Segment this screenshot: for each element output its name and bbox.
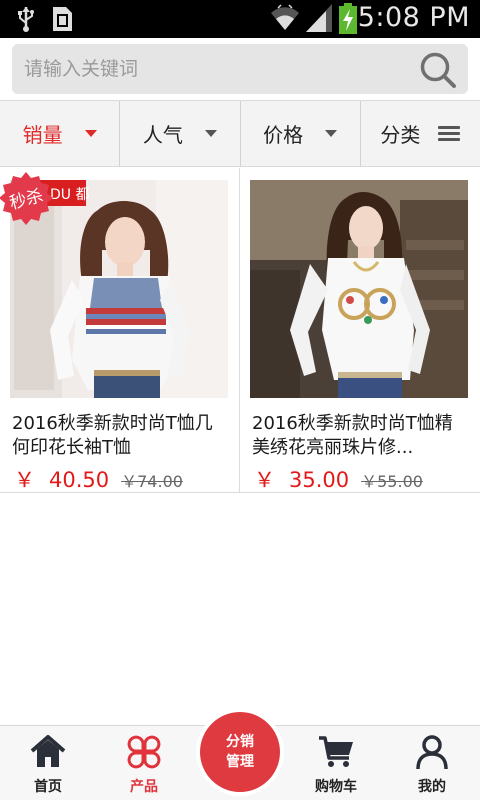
nav-label: 产品 xyxy=(130,779,158,795)
center-button-face: 分销 管理 xyxy=(200,712,280,792)
usb-icon xyxy=(18,7,34,32)
filter-label: 分类 xyxy=(380,123,421,147)
search-input[interactable] xyxy=(24,44,414,94)
status-time: 5:08 PM xyxy=(357,2,470,33)
nav-products[interactable]: 产品 xyxy=(96,726,192,801)
filter-label: 销量 xyxy=(22,123,63,147)
center-label-line2: 管理 xyxy=(226,754,254,770)
wifi-icon xyxy=(271,4,299,31)
filter-label: 价格 xyxy=(263,123,304,147)
price-row: ￥ 40.50 ￥74.00 xyxy=(14,464,183,494)
cart-icon xyxy=(319,736,353,767)
search-bar xyxy=(0,38,480,100)
nav-home[interactable]: 首页 xyxy=(0,726,96,801)
sim-icon xyxy=(53,7,72,31)
filter-tab-category[interactable]: 分类 xyxy=(361,101,480,166)
original-price: ￥74.00 xyxy=(121,472,183,491)
nav-cart[interactable]: 购物车 xyxy=(288,726,384,801)
product-price: ￥ 35.00 xyxy=(254,464,349,494)
currency-symbol: ￥ xyxy=(254,468,275,492)
home-icon xyxy=(30,735,66,767)
filter-tab-sales[interactable]: 销量 xyxy=(0,101,121,166)
product-card[interactable]: 秒杀 DU 都 2016秋季新款时尚T恤几何印花长袖T恤 ￥ 40.50 ￥74… xyxy=(0,168,240,493)
center-label-line1: 分销 xyxy=(226,734,254,750)
products-icon xyxy=(127,735,161,769)
signal-icon xyxy=(306,4,332,32)
filter-label: 人气 xyxy=(142,123,183,147)
flash-sale-badge: 秒杀 xyxy=(0,172,53,225)
distribution-management-button[interactable]: 分销 管理 xyxy=(196,708,284,796)
caret-down-icon xyxy=(84,130,97,137)
original-price: ￥55.00 xyxy=(361,472,423,491)
nav-label: 购物车 xyxy=(315,779,357,795)
product-title: 2016秋季新款时尚T恤精美绣花亮丽珠片修... xyxy=(252,413,453,458)
filter-bar: 销量 人气 价格 分类 xyxy=(0,100,480,167)
nav-label: 我的 xyxy=(418,779,446,795)
menu-icon xyxy=(438,125,461,142)
filter-tab-popularity[interactable]: 人气 xyxy=(120,101,241,166)
search-icon[interactable] xyxy=(418,50,458,90)
product-card[interactable]: 2016秋季新款时尚T恤精美绣花亮丽珠片修... ￥ 35.00 ￥55.00 xyxy=(240,168,480,493)
user-icon xyxy=(416,735,448,770)
battery-charging-icon xyxy=(339,3,357,34)
caret-down-icon xyxy=(204,130,217,137)
nav-mine[interactable]: 我的 xyxy=(384,726,480,801)
caret-down-icon xyxy=(325,130,338,137)
currency-symbol: ￥ xyxy=(14,468,35,492)
photo-sign-text: DU 都 xyxy=(50,187,89,203)
status-bar: 5:08 PM xyxy=(0,0,480,38)
product-price: ￥ 40.50 xyxy=(14,464,109,494)
price-row: ￥ 35.00 ￥55.00 xyxy=(254,464,423,494)
product-image xyxy=(250,180,468,398)
price-value: 40.50 xyxy=(49,468,110,492)
price-value: 35.00 xyxy=(289,468,350,492)
nav-label: 首页 xyxy=(34,779,62,795)
product-grid: 秒杀 DU 都 2016秋季新款时尚T恤几何印花长袖T恤 ￥ 40.50 ￥74… xyxy=(0,168,480,493)
filter-tab-price[interactable]: 价格 xyxy=(241,101,361,166)
product-title: 2016秋季新款时尚T恤几何印花长袖T恤 xyxy=(12,413,213,458)
search-box xyxy=(12,44,468,94)
